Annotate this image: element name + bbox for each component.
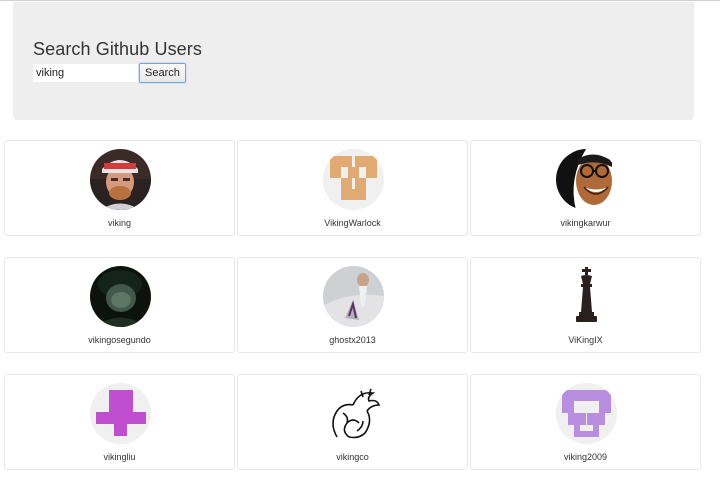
identicon-magenta-icon xyxy=(90,383,151,444)
user-card[interactable]: ghostx2013 xyxy=(237,257,468,353)
user-login[interactable]: vikingkarwur xyxy=(471,218,700,229)
avatar[interactable] xyxy=(323,383,384,444)
cartoon-face-icon xyxy=(556,149,617,210)
user-card[interactable]: vikingliu xyxy=(4,374,235,470)
search-button[interactable]: Search xyxy=(139,63,186,83)
user-login[interactable]: viking xyxy=(5,218,234,229)
identicon-tan-icon xyxy=(323,149,384,210)
user-card[interactable]: vikingosegundo xyxy=(4,257,235,353)
user-login[interactable]: vikingliu xyxy=(5,452,234,463)
user-card[interactable]: viking xyxy=(4,140,235,236)
avatar[interactable] xyxy=(90,149,151,210)
user-card[interactable]: vikingco xyxy=(237,374,468,470)
user-card[interactable]: viking2009 xyxy=(470,374,701,470)
top-divider xyxy=(0,0,720,1)
avatar[interactable] xyxy=(556,383,617,444)
user-card[interactable]: vikingkarwur xyxy=(470,140,701,236)
user-card[interactable]: ViKingIX xyxy=(470,257,701,353)
user-login[interactable]: ghostx2013 xyxy=(238,335,467,346)
user-card[interactable]: VikingWarlock xyxy=(237,140,468,236)
avatar[interactable] xyxy=(90,266,151,327)
avatar[interactable] xyxy=(556,149,617,210)
search-header-panel: Search Github Users Search xyxy=(13,2,694,120)
search-input[interactable] xyxy=(33,64,138,82)
dragon-line-icon xyxy=(323,383,384,444)
user-login[interactable]: viking2009 xyxy=(471,452,700,463)
avatar-photo-icon xyxy=(323,266,384,327)
identicon-lavender-icon xyxy=(556,383,617,444)
user-login[interactable]: VikingWarlock xyxy=(238,218,467,229)
avatar[interactable] xyxy=(323,149,384,210)
avatar[interactable] xyxy=(323,266,384,327)
avatar-photo-icon xyxy=(90,266,151,327)
user-login[interactable]: vikingosegundo xyxy=(5,335,234,346)
chess-king-icon xyxy=(556,266,617,327)
avatar-photo-icon xyxy=(90,149,151,210)
user-login[interactable]: vikingco xyxy=(238,452,467,463)
page-title: Search Github Users xyxy=(33,39,202,59)
avatar[interactable] xyxy=(556,266,617,327)
avatar[interactable] xyxy=(90,383,151,444)
user-login[interactable]: ViKingIX xyxy=(471,335,700,346)
search-form: Search xyxy=(33,63,186,83)
